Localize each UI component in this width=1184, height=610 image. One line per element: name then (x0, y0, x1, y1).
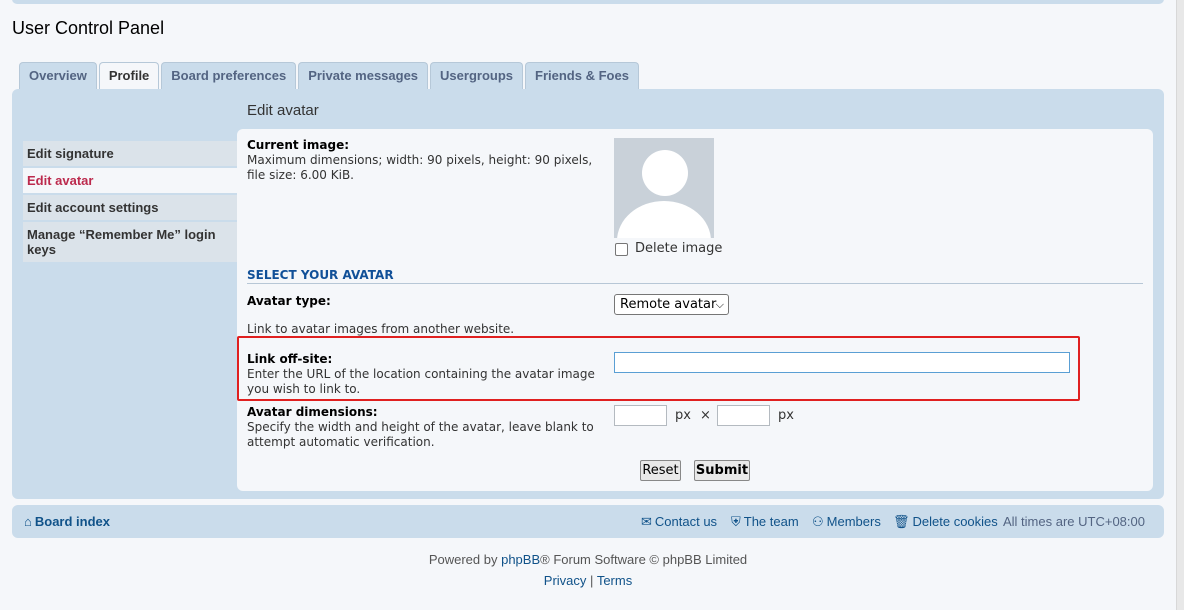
page-title: User Control Panel (12, 18, 165, 38)
timezone-text: All times are UTC+08:00 (1003, 514, 1145, 529)
avatar-dimensions-desc: Specify the width and height of the avat… (247, 420, 594, 449)
shield-icon: ⛨ (731, 514, 741, 529)
avatar-width-input[interactable] (614, 405, 667, 426)
tab-friends-foes[interactable]: Friends & Foes (525, 62, 639, 89)
sidebar-menu: Edit signature Edit avatar Edit account … (23, 141, 237, 264)
contact-us-link[interactable]: ✉ Contact us (641, 514, 717, 530)
section-divider (247, 283, 1143, 284)
contact-us-label: Contact us (654, 514, 718, 529)
submit-button[interactable]: Submit (694, 460, 750, 481)
tab-board-preferences[interactable]: Board preferences (161, 62, 297, 89)
ucp-tabs: Overview Profile Board preferences Priva… (19, 62, 641, 90)
the-team-label: The team (743, 514, 799, 529)
sidebar-item-edit-avatar[interactable]: Edit avatar (23, 168, 237, 193)
select-avatar-heading: SELECT YOUR AVATAR (247, 268, 394, 282)
times-sign: × (700, 408, 711, 423)
members-label: Members (826, 514, 881, 529)
the-team-link[interactable]: ⛨ The team (731, 514, 799, 530)
software-credit: ® Forum Software © phpBB Limited (540, 552, 748, 567)
width-unit: px (675, 408, 691, 423)
links-separator: | (590, 573, 594, 588)
avatar-height-input[interactable] (717, 405, 770, 426)
top-strip (12, 0, 1164, 4)
current-image-desc: Maximum dimensions; width: 90 pixels, he… (247, 153, 593, 182)
delete-cookies-label: Delete cookies (912, 514, 998, 529)
board-index-link[interactable]: ⌂ Board index (24, 514, 110, 529)
board-index-label: Board index (34, 514, 110, 529)
height-unit: px (778, 408, 794, 423)
avatar-body-shape (617, 201, 711, 238)
chevron-down-icon: ⌵ (715, 298, 724, 311)
avatar-head-shape (642, 150, 688, 196)
avatar-type-label-block: Avatar type: (247, 294, 331, 309)
delete-image-checkbox[interactable] (615, 243, 628, 256)
users-icon: ⚇ (812, 514, 824, 529)
sidebar-item-edit-account-settings[interactable]: Edit account settings (23, 195, 237, 220)
members-link[interactable]: ⚇ Members (812, 514, 881, 530)
home-icon: ⌂ (24, 514, 32, 529)
avatar-dimensions-label: Avatar dimensions: (247, 405, 378, 419)
avatar-dimensions-block: Avatar dimensions: Specify the width and… (247, 405, 607, 450)
avatar-type-help: Link to avatar images from another websi… (247, 322, 515, 336)
tab-profile[interactable]: Profile (98, 62, 160, 90)
tab-overview[interactable]: Overview (19, 62, 97, 89)
reset-button[interactable]: Reset (640, 460, 681, 481)
phpbb-link[interactable]: phpBB (501, 552, 540, 567)
delete-image-label[interactable]: Delete image (635, 241, 722, 256)
powered-by-line: Powered by phpBB® Forum Software © phpBB… (0, 552, 1176, 567)
terms-link[interactable]: Terms (597, 573, 632, 588)
trash-icon: 🗑 (893, 514, 910, 529)
envelope-icon: ✉ (641, 514, 652, 529)
highlight-rectangle (237, 336, 1080, 401)
avatar-type-label: Avatar type: (247, 294, 331, 308)
avatar-type-selected: Remote avatar (620, 297, 717, 312)
bottom-links: Privacy | Terms (0, 573, 1176, 588)
privacy-link[interactable]: Privacy (544, 573, 587, 588)
current-image-block: Current image: Maximum dimensions; width… (247, 138, 607, 183)
section-title: Edit avatar (247, 102, 319, 119)
window-scrollbar[interactable] (1176, 0, 1184, 610)
tab-private-messages[interactable]: Private messages (298, 62, 429, 89)
sidebar-item-remember-me-keys[interactable]: Manage “Remember Me” login keys (23, 222, 237, 262)
tab-usergroups[interactable]: Usergroups (430, 62, 524, 89)
avatar-image (614, 138, 714, 238)
powered-by-text: Powered by (428, 552, 498, 567)
sidebar-item-edit-signature[interactable]: Edit signature (23, 141, 237, 166)
avatar-type-select[interactable]: Remote avatar ⌵ (614, 294, 729, 315)
delete-cookies-link[interactable]: 🗑 Delete cookies (893, 514, 998, 530)
current-image-label: Current image: (247, 138, 350, 152)
